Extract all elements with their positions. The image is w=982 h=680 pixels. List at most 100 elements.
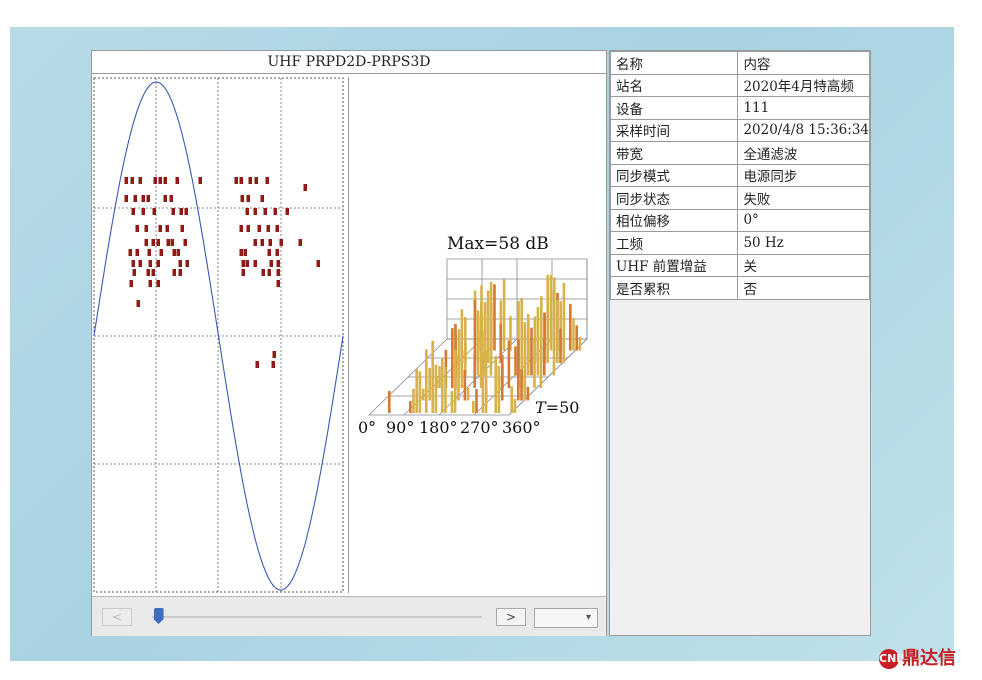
phase-tick-360: 360° <box>502 418 541 437</box>
prps-bar <box>543 338 546 376</box>
table-row: 同步状态 失败 <box>609 186 870 210</box>
prpd-point <box>263 208 267 215</box>
table-row: 相位偏移 0° <box>609 208 870 232</box>
table-row: UHF 前置增益关 <box>609 253 870 277</box>
prpd-point <box>254 177 258 184</box>
prpd-point <box>269 260 273 267</box>
table-row: 带宽 全通滤波 <box>609 141 870 165</box>
prpd-point <box>260 239 264 246</box>
prpd-point <box>146 269 150 276</box>
prpd-point <box>138 177 142 184</box>
max-amplitude-label: Max=58 dB <box>447 234 549 254</box>
prev-button[interactable]: < <box>102 608 132 626</box>
brand-text: 鼎达信 <box>902 648 956 669</box>
prpd-point <box>239 249 243 256</box>
prpd-point <box>285 208 289 215</box>
table-row: 同步模式 电源同步 <box>609 163 870 187</box>
frame-slider-thumb[interactable] <box>153 608 164 624</box>
prpd-point <box>253 239 257 246</box>
phase-axis-ticks: 0° 90° 180° 270° 360° <box>358 418 541 437</box>
info-table-header: 名称 内容 <box>609 51 870 75</box>
prpd-point <box>246 195 250 202</box>
prpd-point <box>240 195 244 202</box>
prps-bar <box>438 365 441 388</box>
prpd-point <box>276 280 280 287</box>
prpd-point <box>243 249 247 256</box>
prps-bar <box>572 318 575 351</box>
prps-bar <box>422 388 425 401</box>
prpd-point <box>144 225 148 232</box>
next-button[interactable]: > <box>496 608 526 626</box>
prpd-point <box>316 260 320 267</box>
table-row: 采样时间 2020/4/8 15:36:34 <box>609 118 870 142</box>
prpd-point <box>151 239 155 246</box>
prpd-point <box>253 260 257 267</box>
prpd-point <box>267 249 271 256</box>
table-row: 是否累积否 <box>609 276 870 300</box>
prpd-point <box>234 177 238 184</box>
prpd-point <box>129 280 133 287</box>
prps-bar <box>434 364 438 413</box>
prpd-point <box>241 269 245 276</box>
prpd-point <box>273 208 277 215</box>
chevron-down-icon: ▾ <box>585 612 591 623</box>
prpd-point <box>163 177 167 184</box>
table-row: 站名 2020年4月特高频 <box>609 73 870 97</box>
prpd-point <box>279 239 283 246</box>
prps-bar <box>451 328 454 388</box>
prps-3d-chart: Max=58 dB T=50 0° 90° 180° 270° 360° <box>348 77 588 593</box>
prpd-point <box>175 177 179 184</box>
prps-bar <box>552 361 556 376</box>
prpd-point <box>248 177 252 184</box>
prpd-point <box>260 195 264 202</box>
prpd-point <box>156 260 160 267</box>
t-period-label: T=50 <box>535 398 579 417</box>
frame-slider-track[interactable] <box>152 616 482 618</box>
prps-bar <box>527 314 530 376</box>
prps-bar <box>530 327 533 376</box>
prps-bar <box>489 347 493 376</box>
prps-3d-bars <box>388 274 582 413</box>
prpd-point <box>265 177 269 184</box>
prpd-point <box>178 269 182 276</box>
phase-tick-90: 90° <box>386 418 414 437</box>
prps-bar <box>536 307 540 376</box>
frame-select-dropdown[interactable]: ▾ <box>534 608 598 628</box>
table-row: 设备 111 <box>609 96 870 120</box>
prps-bar <box>428 368 431 401</box>
prps-bar <box>523 369 526 401</box>
prpd-point <box>239 225 243 232</box>
prps-bar <box>457 355 460 401</box>
prpd-point <box>159 249 163 256</box>
prps-bar <box>539 319 543 376</box>
prpd-point <box>266 225 270 232</box>
prpd-point <box>151 269 155 276</box>
prpd-point <box>261 269 265 276</box>
prps-bar <box>552 289 556 363</box>
prps-bar <box>539 374 543 388</box>
prpd-point <box>136 300 140 307</box>
prpd-point <box>147 249 151 256</box>
prpd-point <box>148 280 152 287</box>
prpd-point <box>146 195 150 202</box>
prps-bar <box>466 387 470 401</box>
header-key: 名称 <box>609 51 739 75</box>
prps-bar <box>501 354 504 401</box>
prps-bar <box>484 350 488 413</box>
prps-bar <box>444 367 447 413</box>
prps-bar <box>513 398 517 413</box>
prps-bar <box>473 353 476 388</box>
prps-bar <box>546 274 549 363</box>
prpd-point <box>156 280 160 287</box>
prpd-prps-panel: UHF PRPD2D-PRPS3D Max=58 dB T=50 0° 90° … <box>91 50 607 636</box>
info-table: 名称 内容 站名 2020年4月特高频 设备 111 采样时间 2020/4/8 15… <box>609 51 870 300</box>
prps-bar <box>507 340 511 388</box>
info-panel: 名称 内容 站名 2020年4月特高频 设备 111 采样时间 2020/4/8 15… <box>609 50 871 636</box>
prps-bar <box>463 370 467 401</box>
prpd-point <box>166 239 170 246</box>
prps-bar <box>556 300 559 363</box>
prpd-point <box>156 239 160 246</box>
prpd-point <box>176 249 180 256</box>
prpd-point <box>171 208 175 215</box>
prps-bar <box>431 340 434 413</box>
